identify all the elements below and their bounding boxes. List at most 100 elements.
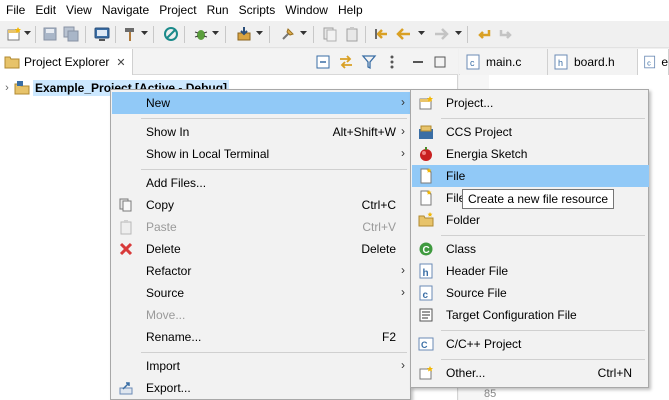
copy-icon[interactable] (322, 26, 338, 42)
tab-project-explorer[interactable]: Project Explorer ✕ (0, 49, 133, 75)
save-all-icon[interactable] (63, 26, 79, 42)
source-file-icon: c (418, 285, 434, 301)
build-hammer-icon[interactable] (122, 26, 138, 42)
forward-history-icon[interactable] (498, 26, 514, 42)
menu-item-source[interactable]: Source › (112, 282, 411, 304)
new-wizard-icon[interactable] (6, 26, 22, 42)
back-arrow-icon[interactable] (396, 26, 412, 42)
new-submenu: Project... CCS Project Energia Sketch Fi… (410, 89, 649, 388)
menu-navigate[interactable]: Navigate (97, 0, 154, 21)
menu-view[interactable]: View (61, 0, 97, 21)
menu-item-move[interactable]: Move... (112, 304, 411, 326)
menu-project[interactable]: Project (154, 0, 201, 21)
chevron-right-icon: › (401, 95, 405, 109)
menu-item-delete[interactable]: Delete Delete (112, 238, 411, 260)
export-icon (118, 380, 134, 396)
back-history-icon[interactable] (476, 26, 492, 42)
svg-text:C: C (423, 245, 430, 256)
chevron-down-icon[interactable] (212, 31, 219, 36)
submenu-item-folder[interactable]: Folder (412, 209, 649, 231)
svg-text:c: c (647, 58, 651, 67)
tab-main-c[interactable]: c main.c (460, 49, 548, 75)
menu-item-new[interactable]: New › (112, 92, 411, 114)
folder-icon (4, 56, 20, 69)
svg-text:h: h (423, 268, 429, 279)
close-icon[interactable]: ✕ (116, 56, 125, 69)
filter-icon[interactable] (361, 54, 377, 70)
menu-item-import[interactable]: Import › (112, 355, 411, 377)
flash-icon[interactable] (236, 26, 252, 42)
delete-x-icon (118, 241, 134, 257)
maximize-icon[interactable] (432, 54, 448, 70)
menu-separator (441, 330, 645, 331)
menu-item-refactor[interactable]: Refactor › (112, 260, 411, 282)
project-icon (14, 81, 30, 95)
menu-separator (441, 235, 645, 236)
chevron-down-icon[interactable] (455, 31, 462, 36)
tab-board-h[interactable]: h board.h (548, 49, 638, 75)
collapse-all-icon[interactable] (315, 54, 331, 70)
toolbar-separator (269, 26, 270, 43)
menu-help[interactable]: Help (333, 0, 368, 21)
submenu-item-energia-sketch[interactable]: Energia Sketch (412, 143, 649, 165)
menu-item-show-in-local-terminal[interactable]: Show in Local Terminal › (112, 143, 411, 165)
chevron-down-icon[interactable] (418, 31, 425, 36)
menu-item-rename[interactable]: Rename... F2 (112, 326, 411, 348)
toolbar-separator (35, 26, 36, 43)
chevron-down-icon[interactable] (141, 31, 148, 36)
menu-run[interactable]: Run (202, 0, 234, 21)
submenu-item-project[interactable]: Project... (412, 92, 649, 114)
submenu-item-other[interactable]: Other... Ctrl+N (412, 362, 649, 384)
submenu-item-target-configuration-file[interactable]: Target Configuration File (412, 304, 649, 326)
menu-file[interactable]: File (1, 0, 30, 21)
context-menu: New › Show In Alt+Shift+W › Show in Loca… (110, 89, 411, 400)
no-entry-icon[interactable] (163, 26, 179, 42)
new-file-icon (418, 168, 434, 184)
debug-bug-icon[interactable] (193, 26, 209, 42)
svg-text:c: c (423, 290, 429, 301)
menu-edit[interactable]: Edit (30, 0, 61, 21)
menu-item-paste[interactable]: Paste Ctrl+V (112, 216, 411, 238)
new-project-icon (418, 95, 434, 111)
submenu-item-ccs-project[interactable]: CCS Project (412, 121, 649, 143)
header-file-icon: h (418, 263, 434, 279)
explorer-tab-bar: Project Explorer ✕ (0, 49, 458, 75)
link-editor-icon[interactable] (338, 54, 354, 70)
minimize-icon[interactable] (410, 54, 426, 70)
toolbar-separator (365, 26, 366, 43)
class-icon: C (418, 241, 434, 257)
c-file-icon: c (644, 55, 656, 69)
chevron-down-icon[interactable] (24, 31, 31, 36)
chevron-down-icon[interactable] (256, 31, 263, 36)
view-menu-icon[interactable] (384, 54, 400, 70)
line-number: 85 (484, 388, 497, 400)
menu-item-add-files[interactable]: Add Files... (112, 172, 411, 194)
submenu-item-file[interactable]: File (412, 165, 649, 187)
toolbar-separator (184, 26, 185, 43)
tab-active-file[interactable]: c e (638, 49, 669, 75)
tooltip-text: Create a new file resource (468, 192, 609, 206)
submenu-item-class[interactable]: C Class (412, 238, 649, 260)
pin-icon[interactable] (280, 26, 296, 42)
main-toolbar (0, 21, 669, 48)
chevron-down-icon[interactable] (300, 31, 307, 36)
menu-item-show-in[interactable]: Show In Alt+Shift+W › (112, 121, 411, 143)
menu-item-export[interactable]: Export... (112, 377, 411, 399)
save-icon[interactable] (42, 26, 58, 42)
menu-window[interactable]: Window (280, 0, 333, 21)
menu-separator (141, 169, 407, 170)
submenu-item-cpp-project[interactable]: C C/C++ Project (412, 333, 649, 355)
ccs-project-icon (418, 124, 434, 140)
paste-icon[interactable] (344, 26, 360, 42)
submenu-item-header-file[interactable]: h Header File (412, 260, 649, 282)
last-edit-icon[interactable] (373, 26, 389, 42)
forward-arrow-icon[interactable] (433, 26, 449, 42)
terminal-icon[interactable] (94, 26, 110, 42)
menu-scripts[interactable]: Scripts (234, 0, 281, 21)
energia-icon (418, 146, 434, 162)
submenu-item-source-file[interactable]: c Source File (412, 282, 649, 304)
chevron-right-icon[interactable]: › (0, 82, 14, 94)
c-file-icon: c (466, 54, 480, 70)
menu-item-copy[interactable]: Copy Ctrl+C (112, 194, 411, 216)
copy-icon (118, 197, 134, 213)
